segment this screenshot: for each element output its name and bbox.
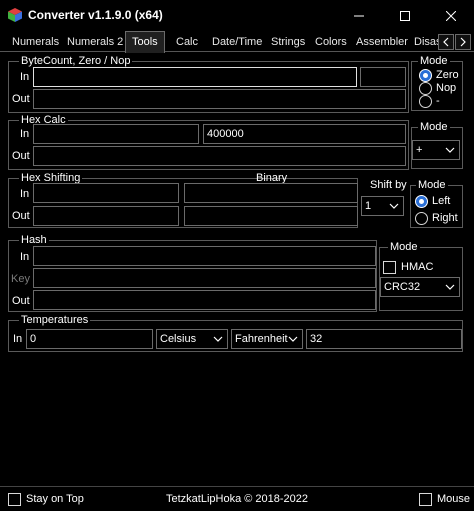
shift-by-value: 1 — [365, 200, 372, 212]
chevron-down-icon — [213, 336, 223, 342]
tab-tools[interactable]: Tools — [125, 31, 165, 53]
chevron-right-icon — [460, 37, 466, 47]
temperature-to-unit-value: Fahrenheit — [235, 333, 288, 345]
tab-colors[interactable]: Colors — [315, 33, 347, 52]
mode-none-radio[interactable]: - — [419, 94, 440, 108]
mode-nop-radio[interactable]: Nop — [419, 81, 456, 95]
chevron-left-icon — [443, 37, 449, 47]
bytecount-count-input[interactable] — [360, 67, 406, 87]
hash-group-title: Hash — [19, 234, 49, 246]
hexcalc-out-label: Out — [12, 150, 30, 162]
hexshift-out-field[interactable] — [33, 206, 179, 226]
tab-scroll-right-button[interactable] — [455, 34, 471, 50]
hexshift-binary-in-input[interactable] — [184, 183, 358, 203]
hexshift-binary-out-field[interactable] — [184, 206, 358, 226]
temperature-to-unit-select[interactable]: Fahrenheit — [231, 329, 303, 349]
title-bar[interactable]: Converter v1.1.9.0 (x64) — [0, 0, 474, 31]
minimize-button[interactable] — [336, 0, 382, 31]
mouse-checkbox[interactable]: Mouse — [419, 492, 470, 506]
hexcalc-out-field[interactable] — [33, 146, 406, 166]
hexcalc-operator-value: + — [416, 144, 423, 156]
tab-date-time[interactable]: Date/Time — [212, 33, 262, 52]
bytecount-in-input[interactable] — [33, 67, 357, 87]
temperatures-in-label: In — [13, 333, 23, 345]
temperatures-group-title: Temperatures — [19, 314, 91, 326]
mode-nop-label: Nop — [436, 82, 457, 94]
checkbox-icon — [383, 260, 396, 274]
hexcalc-mode-title: Mode — [418, 121, 450, 133]
temperature-from-unit-select[interactable]: Celsius — [156, 329, 228, 349]
tab-numerals[interactable]: Numerals — [12, 33, 59, 52]
chevron-down-icon — [389, 203, 399, 209]
close-icon — [446, 10, 456, 21]
hash-mode-title: Mode — [388, 241, 420, 253]
bytecount-out-label: Out — [12, 93, 30, 105]
shift-right-label: Right — [432, 212, 458, 224]
maximize-icon — [400, 10, 410, 21]
radio-icon — [419, 81, 432, 95]
hexshift-in-input[interactable] — [33, 183, 179, 203]
mouse-label: Mouse — [437, 493, 471, 505]
bytecount-mode-title: Mode — [418, 55, 450, 67]
hash-in-input[interactable] — [33, 246, 376, 266]
window-title: Converter v1.1.9.0 (x64) — [28, 8, 163, 22]
shift-right-radio[interactable]: Right — [415, 211, 458, 225]
hash-out-label: Out — [12, 295, 30, 307]
tab-calc[interactable]: Calc — [176, 33, 198, 52]
chevron-down-icon — [445, 147, 455, 153]
mode-zero-label: Zero — [436, 69, 459, 81]
radio-icon — [415, 211, 428, 225]
maximize-button[interactable] — [382, 0, 428, 31]
close-button[interactable] — [428, 0, 474, 31]
tab-assembler[interactable]: Assembler — [356, 33, 408, 52]
tab-numerals-2[interactable]: Numerals 2 — [67, 33, 123, 52]
temperature-result-field[interactable]: 32 — [306, 329, 462, 349]
hexshift-out-label: Out — [12, 210, 30, 222]
checkbox-icon — [419, 492, 432, 506]
hexcalc-in-input[interactable] — [33, 124, 199, 144]
copyright-text: TetzkatLipHoka © 2018-2022 — [165, 493, 309, 505]
mode-zero-radio[interactable]: Zero — [419, 68, 459, 82]
hmac-label: HMAC — [401, 261, 434, 273]
radio-icon — [419, 94, 432, 108]
hexcalc-in-label: In — [20, 128, 30, 140]
chevron-down-icon — [288, 336, 298, 342]
hexcalc-operator-select[interactable]: + — [412, 140, 460, 160]
hexshift-in-label: In — [20, 188, 30, 200]
tab-strings[interactable]: Strings — [271, 33, 305, 52]
shift-left-radio[interactable]: Left — [415, 194, 450, 208]
hash-key-input[interactable] — [33, 268, 376, 288]
hash-in-label: In — [20, 251, 30, 263]
temperature-from-unit-value: Celsius — [160, 333, 197, 345]
hexcalc-operand-input[interactable]: 400000 — [203, 124, 406, 144]
shift-by-select[interactable]: 1 — [361, 196, 404, 216]
minimize-icon — [354, 15, 364, 16]
hash-algorithm-value: CRC32 — [384, 281, 421, 293]
hmac-checkbox[interactable]: HMAC — [383, 260, 433, 274]
hash-out-field[interactable] — [33, 290, 376, 310]
bytecount-group-title: ByteCount, Zero / Nop — [19, 55, 133, 67]
tab-scroll-left-button[interactable] — [438, 34, 454, 50]
radio-selected-icon — [415, 194, 428, 208]
chevron-down-icon — [445, 284, 455, 290]
bytecount-in-label: In — [20, 71, 30, 83]
shift-by-label: Shift by — [370, 179, 407, 191]
status-bar: Stay on Top TetzkatLipHoka © 2018-2022 M… — [0, 486, 474, 511]
temperature-input[interactable]: 0 — [26, 329, 153, 349]
app-cube-icon — [8, 8, 22, 22]
shift-left-label: Left — [432, 195, 451, 207]
radio-selected-icon — [419, 68, 432, 82]
hash-algorithm-select[interactable]: CRC32 — [380, 277, 460, 297]
bytecount-out-field[interactable] — [33, 89, 406, 109]
mode-none-label: - — [436, 95, 440, 107]
hash-key-label: Key — [11, 273, 30, 285]
hexshift-mode-title: Mode — [416, 179, 448, 191]
tab-bar: Numerals Numerals 2 Tools Calc Date/Time… — [0, 31, 474, 53]
